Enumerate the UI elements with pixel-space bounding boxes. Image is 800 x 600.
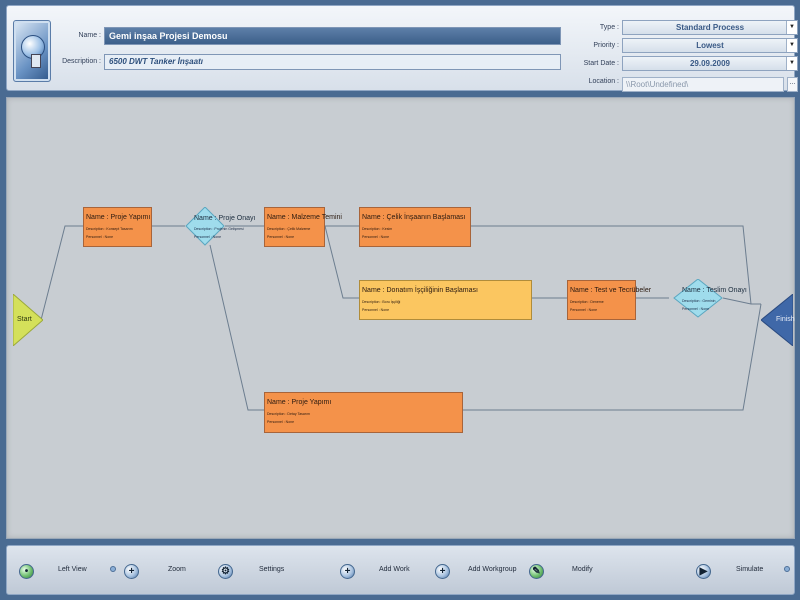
decision-personnel: Personnel : None — [682, 307, 710, 311]
bottom-toolbar: • Left View + Zoom ⚙ Settings + Add Work… — [6, 545, 795, 595]
work-personnel: Personnel : None — [362, 308, 390, 312]
add-work-button[interactable]: + — [340, 561, 355, 581]
connector-line — [722, 297, 761, 305]
left-view-label[interactable]: Left View — [58, 566, 87, 573]
decision-node[interactable]: Name : Teslim Onayı Description : Gemini… — [673, 279, 747, 318]
work-description: Description : Detay Tasarım — [267, 412, 310, 416]
process-logo-icon — [13, 20, 51, 82]
settings-label[interactable]: Settings — [259, 566, 284, 573]
add-workgroup-button[interactable]: + — [435, 561, 450, 581]
left-view-button[interactable]: • — [19, 561, 34, 581]
type-label: Type : — [599, 24, 619, 31]
gear-icon: ⚙ — [218, 563, 233, 579]
description-field[interactable]: 6500 DWT Tanker İnşaatı — [104, 54, 561, 70]
startdate-value: 29.09.2009 — [689, 59, 731, 68]
work-node[interactable]: Name : Malzeme Temini Description : Çeli… — [264, 207, 342, 247]
work-name: Name : Çelik İnşaanın Başlaması — [362, 214, 466, 221]
chevron-down-icon[interactable]: ▼ — [786, 21, 797, 34]
work-description: Description : Kesim — [362, 227, 393, 231]
decision-description: Description : Geminin — [682, 299, 716, 303]
decision-name: Name : Proje Onayı — [194, 215, 256, 222]
work-node-selected[interactable]: Name : Donatım İşçiliğinin Başlaması Des… — [359, 280, 532, 320]
modify-label[interactable]: Modify — [572, 566, 593, 573]
finish-label: Finish — [776, 316, 795, 323]
priority-label: Priority : — [593, 42, 619, 49]
start-node[interactable]: Start — [12, 292, 44, 348]
work-description: Description : Çelik Malzeme — [267, 227, 311, 231]
chevron-down-icon[interactable]: ▼ — [786, 39, 797, 52]
work-personnel: Personnel : None — [267, 420, 295, 424]
add-work-label[interactable]: Add Work — [379, 566, 410, 573]
name-field[interactable]: Gemi inşaa Projesi Demosu — [104, 27, 561, 45]
add-work-icon: + — [340, 563, 355, 579]
settings-button[interactable]: ⚙ — [218, 561, 233, 581]
work-name: Name : Proje Yapımı — [86, 214, 151, 221]
finish-node[interactable]: Finish — [760, 292, 795, 348]
decision-personnel: Personnel : None — [194, 235, 222, 239]
simulate-label[interactable]: Simulate — [736, 566, 763, 573]
work-name: Name : Donatım İşçiliğinin Başlaması — [362, 287, 478, 294]
work-description: Description : Konsept Tasarım — [86, 227, 133, 231]
process-diagram-canvas[interactable]: Start Finish Name : Proje Yapımı Descrip… — [6, 97, 795, 539]
work-name: Name : Malzeme Temini — [267, 214, 342, 221]
process-properties-panel: Name : Gemi inşaa Projesi Demosu Descrip… — [6, 5, 798, 92]
startdate-picker[interactable]: 29.09.2009 ▼ — [622, 56, 798, 71]
zoom-icon: + — [124, 563, 139, 579]
work-node[interactable]: Name : Proje Yapımı Description : Konsep… — [83, 207, 152, 247]
startdate-label: Start Date : — [583, 60, 619, 67]
work-personnel: Personnel : None — [267, 235, 295, 239]
modify-icon: ✎ — [529, 563, 544, 579]
name-label: Name : — [78, 32, 101, 39]
decision-node[interactable]: Name : Proje Onayı Description : Projeni… — [185, 207, 255, 246]
work-name: Name : Proje Yapımı — [267, 399, 332, 406]
location-label: Location : — [588, 78, 619, 85]
simulate-icon: ▶ — [696, 563, 711, 579]
connector-line — [40, 225, 83, 321]
work-node[interactable]: Name : Proje Yapımı Description : Detay … — [264, 392, 463, 433]
work-node[interactable]: Name : Test ve Tecrübeler Description : … — [567, 280, 652, 320]
work-description: Description : Boru İşçiliği — [362, 300, 401, 304]
description-label: Description : — [62, 58, 101, 65]
location-field[interactable]: \\Root\Undefined\ — [622, 77, 784, 92]
chevron-down-icon[interactable]: ▼ — [786, 57, 797, 70]
priority-value: Lowest — [696, 41, 724, 50]
work-personnel: Personnel : None — [86, 235, 114, 239]
work-personnel: Personnel : None — [570, 308, 598, 312]
priority-select[interactable]: Lowest ▼ — [622, 38, 798, 53]
decision-name: Name : Teslim Onayı — [682, 287, 747, 294]
add-workgroup-label[interactable]: Add Workgroup — [468, 566, 517, 573]
zoom-button[interactable]: + — [124, 561, 139, 581]
work-personnel: Personnel : None — [362, 235, 390, 239]
type-value: Standard Process — [675, 23, 745, 32]
decision-description: Description : Projenin Gelişmesi — [194, 227, 244, 231]
work-name: Name : Test ve Tecrübeler — [570, 287, 652, 294]
modify-button[interactable]: ✎ — [529, 561, 544, 581]
location-browse-button[interactable]: ... — [787, 77, 798, 92]
zoom-label[interactable]: Zoom — [168, 566, 186, 573]
work-node[interactable]: Name : Çelik İnşaanın Başlaması Descript… — [359, 207, 471, 247]
work-description: Description : Deneme — [570, 300, 604, 304]
start-label: Start — [17, 316, 32, 323]
dropdown-toggle-icon[interactable] — [784, 566, 790, 572]
connector-line — [324, 225, 359, 299]
simulate-button[interactable]: ▶ — [696, 561, 711, 581]
connector-line — [209, 244, 264, 411]
globe-icon: • — [19, 563, 34, 579]
add-workgroup-icon: + — [435, 563, 450, 579]
type-select[interactable]: Standard Process ▼ — [622, 20, 798, 35]
dropdown-toggle-icon[interactable] — [110, 566, 116, 572]
